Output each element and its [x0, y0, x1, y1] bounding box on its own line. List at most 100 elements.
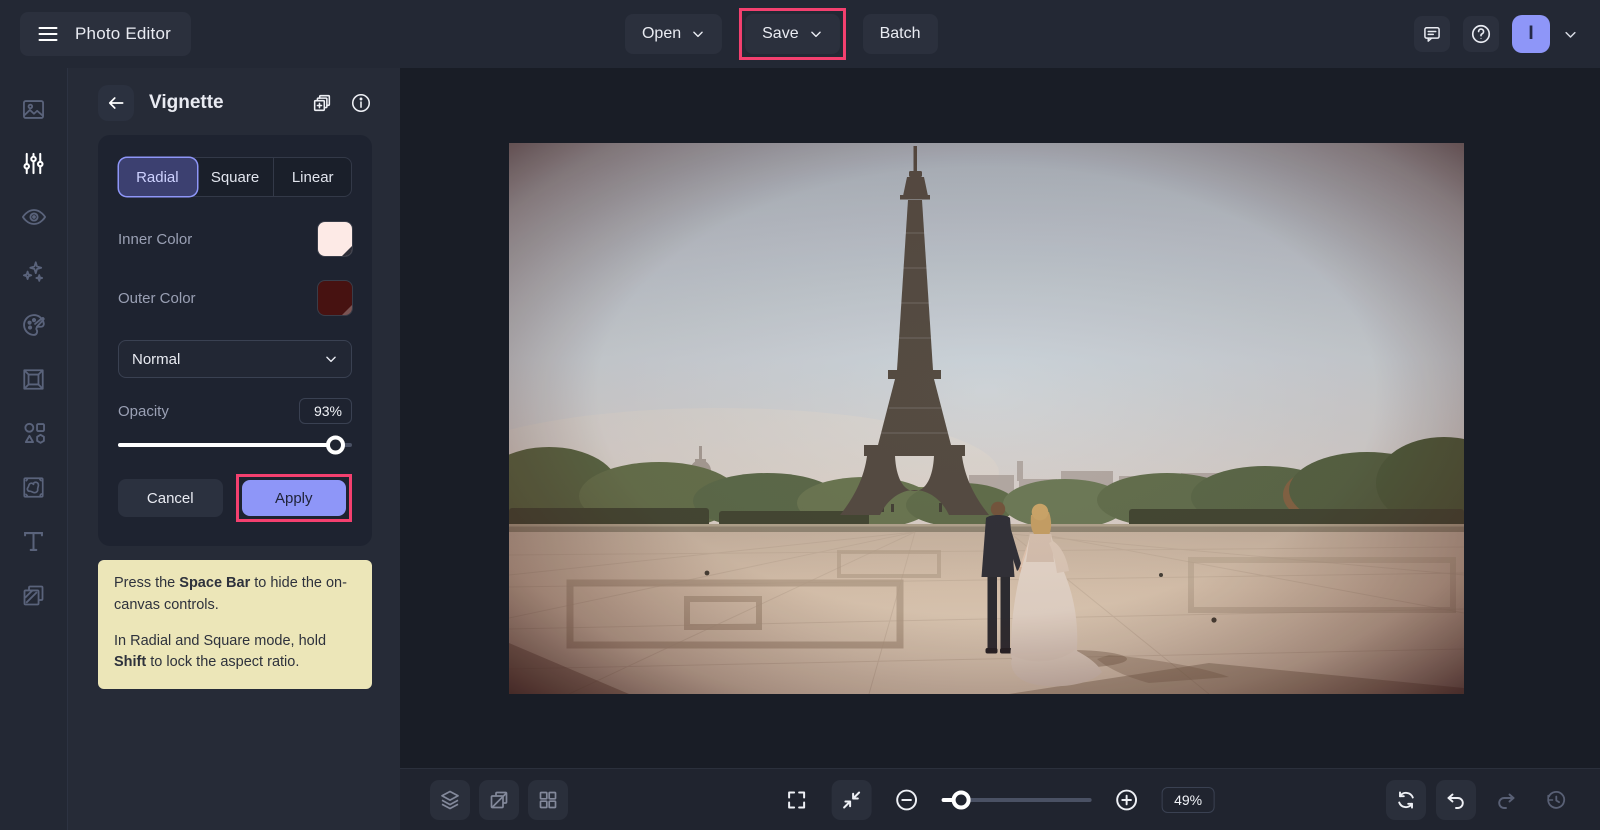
sparkles-icon	[20, 257, 48, 285]
frame-icon	[20, 366, 47, 393]
sidebar-item-effects[interactable]	[0, 244, 68, 298]
redo-icon	[1494, 788, 1518, 812]
zoom-out-button[interactable]	[887, 780, 927, 820]
zoom-percent-value[interactable]: 49%	[1161, 787, 1215, 813]
templates-grid-button[interactable]	[528, 780, 568, 820]
sidebar-item-graphics[interactable]	[0, 406, 68, 460]
undo-button[interactable]	[1436, 780, 1476, 820]
minus-circle-icon	[894, 787, 920, 813]
refresh-icon	[1394, 788, 1418, 812]
user-avatar[interactable]: I	[1512, 15, 1550, 53]
inner-color-row: Inner Color	[118, 222, 352, 256]
history-button[interactable]	[1536, 780, 1576, 820]
opacity-slider[interactable]	[118, 435, 352, 455]
app-title: Photo Editor	[75, 24, 171, 43]
blend-mode-select[interactable]: Normal	[118, 340, 352, 378]
info-button[interactable]	[350, 92, 372, 114]
account-chevron-down-icon[interactable]	[1563, 27, 1578, 42]
fit-to-screen-button[interactable]	[831, 780, 872, 820]
open-button[interactable]: Open	[624, 14, 723, 54]
canvas-image[interactable]	[509, 143, 1464, 694]
sidebar-item-edit[interactable]	[0, 136, 68, 190]
bottom-bar: 49%	[400, 768, 1600, 830]
redo-button[interactable]	[1486, 780, 1526, 820]
batch-button-label: Batch	[879, 25, 921, 42]
apply-button[interactable]: Apply	[241, 480, 346, 516]
main-menu-button[interactable]: Photo Editor	[20, 12, 191, 56]
zoom-controls: 49%	[777, 780, 1215, 820]
sidebar-item-touch-up[interactable]	[0, 190, 68, 244]
zoom-slider-fill	[941, 790, 971, 810]
reset-button[interactable]	[1386, 780, 1426, 820]
panel-title: Vignette	[149, 92, 224, 113]
zoom-slider[interactable]	[941, 790, 1092, 810]
zoom-in-button[interactable]	[1107, 780, 1147, 820]
compare-icon	[487, 788, 511, 812]
tab-radial[interactable]: Radial	[119, 158, 197, 196]
cancel-button[interactable]: Cancel	[118, 479, 223, 517]
back-button[interactable]	[98, 85, 134, 121]
sidebar-item-frames[interactable]	[0, 352, 68, 406]
opacity-label: Opacity	[118, 402, 169, 420]
sidebar-item-text[interactable]	[0, 514, 68, 568]
apply-button-label: Apply	[274, 489, 313, 507]
blend-mode-value: Normal	[132, 350, 181, 368]
tab-radial-label: Radial	[136, 168, 179, 186]
help-button[interactable]	[1463, 16, 1499, 52]
zoom-slider-thumb[interactable]	[951, 790, 971, 810]
chevron-down-icon	[691, 27, 705, 41]
history-controls	[1386, 780, 1576, 820]
open-button-label: Open	[641, 25, 682, 42]
chevron-down-icon	[324, 352, 338, 366]
tab-square[interactable]: Square	[197, 158, 275, 196]
opacity-value[interactable]: 93%	[299, 398, 352, 424]
undo-icon	[1444, 788, 1468, 812]
tab-linear-label: Linear	[291, 168, 334, 186]
save-button-label: Save	[762, 25, 799, 42]
top-right-controls: I	[1414, 0, 1578, 68]
plus-circle-icon	[1114, 787, 1140, 813]
inner-color-swatch[interactable]	[318, 222, 352, 256]
swatch-fold-corner	[341, 245, 352, 256]
batch-button[interactable]: Batch	[862, 14, 938, 54]
image-icon	[20, 96, 47, 123]
sidebar-item-photo-manager[interactable]	[0, 82, 68, 136]
fullscreen-button[interactable]	[777, 780, 817, 820]
layers-button[interactable]	[430, 780, 470, 820]
cancel-button-label: Cancel	[146, 489, 194, 507]
outer-color-swatch[interactable]	[318, 281, 352, 315]
sidebar-item-textures[interactable]	[0, 460, 68, 514]
history-clock-icon	[1544, 788, 1568, 812]
inner-color-label: Inner Color	[118, 230, 193, 248]
duplicate-preset-button[interactable]	[311, 92, 333, 114]
text-icon	[20, 528, 47, 555]
outer-color-row: Outer Color	[118, 281, 352, 315]
panel-actions: Cancel Apply	[118, 474, 352, 522]
top-bar: Photo Editor Open Save Batch I	[0, 0, 1600, 68]
opacity-row: Opacity 93%	[118, 398, 352, 424]
panel-header: Vignette	[68, 68, 400, 121]
sidebar-item-artsy[interactable]	[0, 298, 68, 352]
canvas-workspace	[400, 68, 1600, 768]
vignette-mode-tabs: Radial Square Linear	[118, 157, 352, 197]
tip-line-1: Press the Space Bar to hide the on-canva…	[114, 575, 347, 613]
before-after-button[interactable]	[479, 780, 519, 820]
avatar-initial: I	[1528, 23, 1534, 44]
palette-icon	[20, 311, 48, 339]
vignette-controls-card: Radial Square Linear Inner Color Outer C…	[98, 135, 372, 546]
tab-square-label: Square	[210, 168, 260, 186]
tab-linear[interactable]: Linear	[274, 158, 351, 196]
swatch-fold-corner	[341, 304, 352, 315]
shapes-icon	[20, 419, 48, 447]
sidebar-item-layers[interactable]	[0, 568, 68, 622]
arrow-left-icon	[106, 93, 126, 113]
collapse-icon	[840, 788, 864, 812]
save-button[interactable]: Save	[745, 14, 840, 54]
question-mark-icon	[1470, 23, 1492, 45]
feedback-button[interactable]	[1414, 16, 1450, 52]
outer-color-label: Outer Color	[118, 289, 196, 307]
opacity-slider-thumb[interactable]	[325, 435, 345, 455]
grid-icon	[536, 788, 560, 812]
texture-icon	[20, 474, 47, 501]
tip-line-2: In Radial and Square mode, hold Shift to…	[114, 632, 327, 671]
